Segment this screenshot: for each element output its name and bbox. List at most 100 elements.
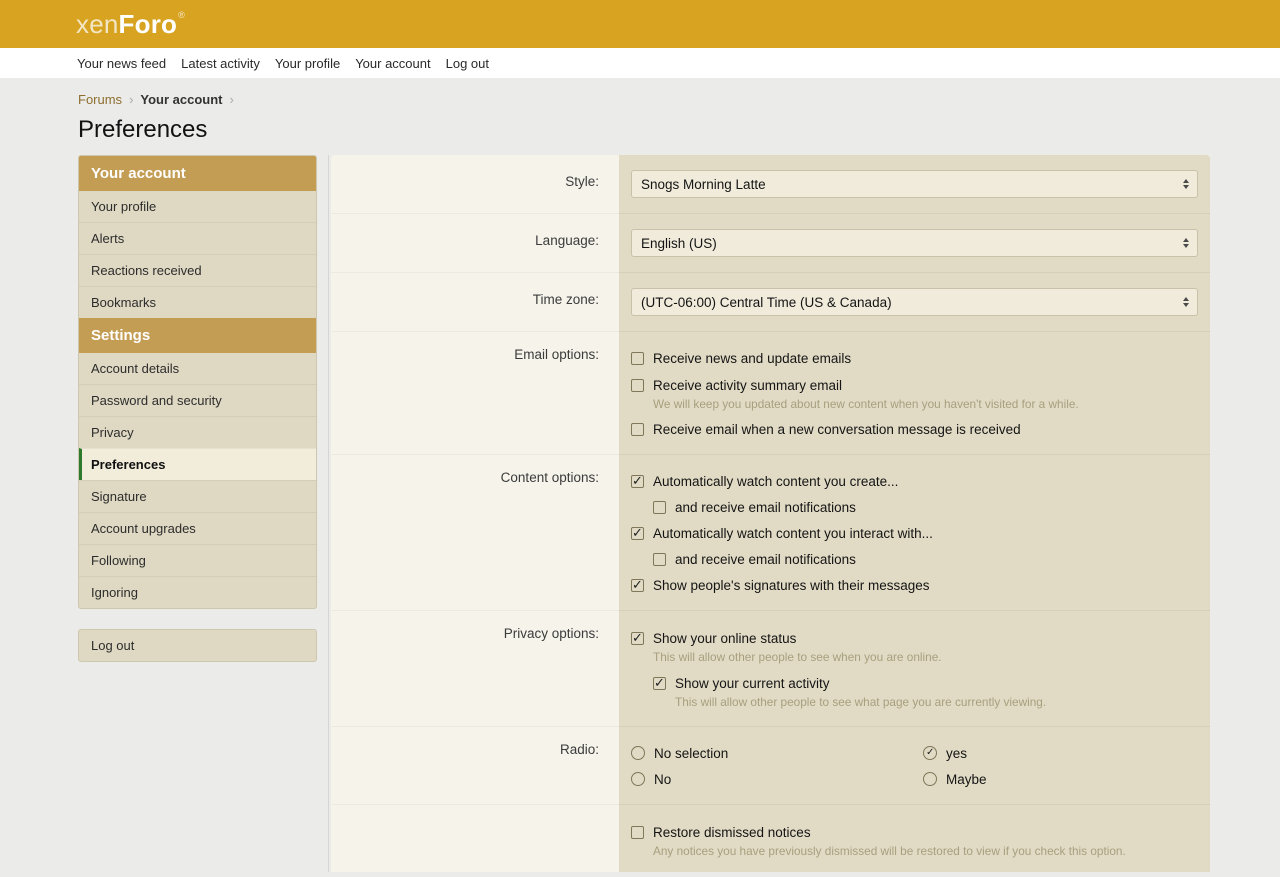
privacy-options-label: Privacy options: [331, 610, 619, 726]
timezone-select-value: (UTC-06:00) Central Time (US & Canada) [641, 295, 892, 310]
checkbox-interact-email-notifications[interactable]: and receive email notifications [653, 546, 1198, 572]
radio-option-label: No selection [654, 746, 728, 761]
sidebar-item-account-details[interactable]: Account details [79, 353, 316, 384]
checkbox-icon [653, 677, 666, 690]
radio-no[interactable]: No [631, 766, 923, 792]
checkbox-watch-content-interact[interactable]: Automatically watch content you interact… [631, 520, 1198, 546]
checkbox-activity-summary-email[interactable]: Receive activity summary email [631, 371, 1198, 397]
checkbox-conversation-email[interactable]: Receive email when a new conversation me… [631, 416, 1198, 442]
sidebar-item-following[interactable]: Following [79, 544, 316, 576]
email-options-label: Email options: [331, 331, 619, 454]
logo-trademark: ® [178, 10, 185, 20]
logo-foro-text: Foro [119, 9, 178, 39]
radio-label: Radio: [331, 726, 619, 804]
style-select-value: Snogs Morning Latte [641, 177, 766, 192]
logo-xen-text: xen [76, 9, 119, 39]
account-sidebar: Your account Your profile Alerts Reactio… [78, 155, 317, 662]
checkbox-show-signatures[interactable]: Show people's signatures with their mess… [631, 572, 1198, 598]
top-navigation: Your news feed Latest activity Your prof… [0, 48, 1280, 78]
sidebar-item-log-out[interactable]: Log out [79, 630, 316, 661]
nav-your-account[interactable]: Your account [355, 56, 430, 71]
breadcrumb-chevron-icon: › [129, 92, 133, 107]
form-row-content-options: Content options: Automatically watch con… [331, 454, 1210, 610]
timezone-label: Time zone: [331, 272, 619, 331]
checkbox-receive-news-emails[interactable]: Receive news and update emails [631, 345, 1198, 371]
radio-option-label: No [654, 772, 671, 787]
timezone-select[interactable]: (UTC-06:00) Central Time (US & Canada) [631, 288, 1198, 316]
select-arrows-icon [1183, 238, 1189, 248]
checkbox-icon [631, 379, 644, 392]
radio-group: No selection yes No Maybe [631, 740, 1198, 792]
style-label: Style: [331, 155, 619, 213]
sidebar-item-reactions-received[interactable]: Reactions received [79, 254, 316, 286]
checkbox-label: Show your online status [653, 631, 796, 646]
breadcrumb-forums-link[interactable]: Forums [78, 92, 122, 107]
page-title: Preferences [78, 116, 1280, 144]
radio-icon [631, 772, 645, 786]
nav-log-out[interactable]: Log out [446, 56, 489, 71]
checkbox-label: Automatically watch content you create..… [653, 474, 898, 489]
select-arrows-icon [1183, 297, 1189, 307]
checkbox-icon [631, 475, 644, 488]
radio-no-selection[interactable]: No selection [631, 740, 923, 766]
content-area: Your account Your profile Alerts Reactio… [0, 155, 1280, 872]
radio-icon [923, 772, 937, 786]
sidebar-item-ignoring[interactable]: Ignoring [79, 576, 316, 608]
sidebar-block-logout: Log out [78, 629, 317, 662]
language-label: Language: [331, 213, 619, 272]
checkbox-watch-content-create[interactable]: Automatically watch content you create..… [631, 468, 1198, 494]
sidebar-item-alerts[interactable]: Alerts [79, 222, 316, 254]
nav-your-news-feed[interactable]: Your news feed [77, 56, 166, 71]
radio-icon [923, 746, 937, 760]
checkbox-label: Receive activity summary email [653, 378, 842, 393]
checkbox-restore-dismissed-notices[interactable]: Restore dismissed notices [631, 818, 1198, 844]
style-select[interactable]: Snogs Morning Latte [631, 170, 1198, 198]
content-options-label: Content options: [331, 454, 619, 610]
checkbox-label: Receive email when a new conversation me… [653, 422, 1021, 437]
checkbox-icon [631, 352, 644, 365]
checkbox-icon [631, 632, 644, 645]
sidebar-item-bookmarks[interactable]: Bookmarks [79, 286, 316, 318]
breadcrumb: Forums › Your account › [78, 92, 1280, 107]
checkbox-label: Show people's signatures with their mess… [653, 578, 929, 593]
form-row-radio: Radio: No selection yes No [331, 726, 1210, 804]
breadcrumb-your-account-link[interactable]: Your account [140, 92, 222, 107]
radio-yes[interactable]: yes [923, 740, 1198, 766]
restore-notices-hint: Any notices you have previously dismisse… [653, 844, 1198, 863]
checkbox-label: Receive news and update emails [653, 351, 851, 366]
preferences-panel: Style: Snogs Morning Latte Language: Eng… [331, 155, 1210, 872]
radio-icon [631, 746, 645, 760]
checkbox-show-online-status[interactable]: Show your online status [631, 624, 1198, 650]
checkbox-icon [631, 579, 644, 592]
top-header-bar: xenForo® [0, 0, 1280, 48]
checkbox-icon [631, 527, 644, 540]
nav-latest-activity[interactable]: Latest activity [181, 56, 260, 71]
sidebar-block-account: Your account Your profile Alerts Reactio… [78, 155, 317, 609]
sidebar-header-your-account: Your account [79, 156, 316, 191]
online-status-hint: This will allow other people to see when… [653, 650, 1198, 669]
language-select[interactable]: English (US) [631, 229, 1198, 257]
radio-maybe[interactable]: Maybe [923, 766, 1198, 792]
form-row-timezone: Time zone: (UTC-06:00) Central Time (US … [331, 272, 1210, 331]
form-row-notices: Restore dismissed notices Any notices yo… [331, 804, 1210, 872]
checkbox-icon [631, 423, 644, 436]
empty-label-cell [331, 804, 619, 872]
form-row-email-options: Email options: Receive news and update e… [331, 331, 1210, 454]
checkbox-icon [631, 826, 644, 839]
checkbox-label: and receive email notifications [675, 500, 856, 515]
xenforo-logo[interactable]: xenForo® [76, 11, 185, 37]
radio-option-label: Maybe [946, 772, 987, 787]
sidebar-item-signature[interactable]: Signature [79, 480, 316, 512]
form-row-privacy-options: Privacy options: Show your online status… [331, 610, 1210, 726]
sidebar-item-account-upgrades[interactable]: Account upgrades [79, 512, 316, 544]
sidebar-header-settings: Settings [79, 318, 316, 353]
checkbox-label: Show your current activity [675, 676, 830, 691]
checkbox-create-email-notifications[interactable]: and receive email notifications [653, 494, 1198, 520]
checkbox-show-current-activity[interactable]: Show your current activity [653, 669, 1198, 695]
sidebar-item-your-profile[interactable]: Your profile [79, 191, 316, 222]
sidebar-item-password-and-security[interactable]: Password and security [79, 384, 316, 416]
activity-summary-hint: We will keep you updated about new conte… [653, 397, 1198, 416]
sidebar-item-privacy[interactable]: Privacy [79, 416, 316, 448]
nav-your-profile[interactable]: Your profile [275, 56, 340, 71]
sidebar-item-preferences[interactable]: Preferences [79, 448, 316, 480]
